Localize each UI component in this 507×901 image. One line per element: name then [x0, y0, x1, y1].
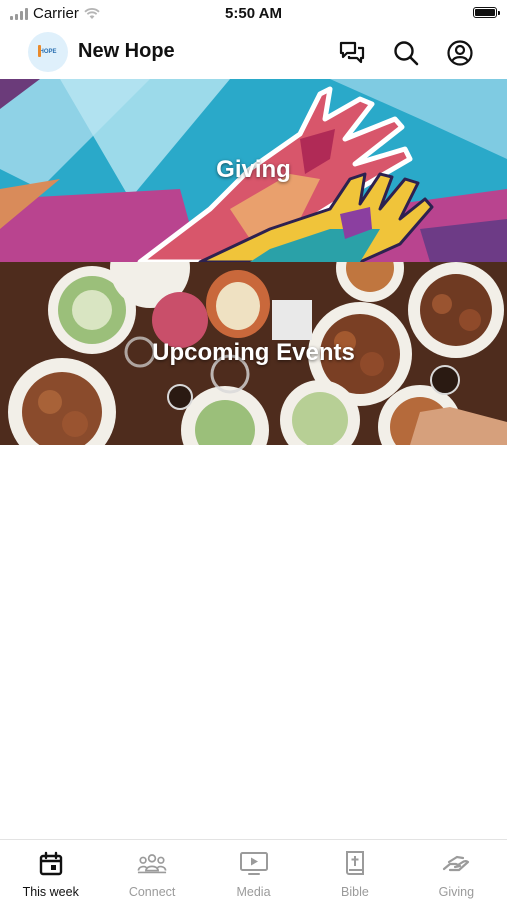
people-icon [137, 850, 167, 878]
tab-giving-label: Giving [438, 885, 475, 899]
battery-icon [473, 7, 500, 18]
tab-bible-label: Bible [341, 885, 369, 899]
upcoming-events-banner-label: Upcoming Events [152, 339, 355, 366]
bottom-tab-bar: This week Connect Media Bible Giving [0, 839, 507, 901]
search-button[interactable] [391, 38, 421, 68]
calendar-icon [36, 850, 66, 878]
tab-connect[interactable]: Connect [101, 840, 202, 901]
upcoming-events-banner[interactable]: Upcoming Events [0, 262, 507, 445]
tab-giving[interactable]: Giving [406, 840, 507, 901]
tab-media-label: Media [236, 885, 271, 899]
bible-icon [340, 850, 370, 878]
app-header: HOPE New Hope [0, 28, 507, 78]
search-icon [394, 41, 419, 66]
profile-button[interactable] [445, 38, 475, 68]
tab-connect-label: Connect [128, 885, 176, 899]
church-logo[interactable]: HOPE [28, 32, 68, 72]
status-bar: Carrier 5:50 AM [0, 0, 507, 28]
tab-media[interactable]: Media [203, 840, 304, 901]
play-screen-icon [239, 850, 269, 878]
tab-bible[interactable]: Bible [304, 840, 405, 901]
giving-banner[interactable]: Giving [0, 79, 507, 262]
status-time: 5:50 AM [225, 5, 282, 22]
giving-banner-label: Giving [216, 156, 291, 183]
logo-text: HOPE [39, 49, 57, 55]
tab-this-week[interactable]: This week [0, 840, 101, 901]
tab-this-week-label: This week [22, 885, 79, 899]
logo-mark-icon [38, 45, 41, 57]
app-title: New Hope [78, 40, 175, 62]
chat-button[interactable] [337, 38, 367, 68]
profile-icon [447, 40, 473, 66]
chat-icon [339, 41, 365, 64]
hand-icon [441, 850, 471, 878]
